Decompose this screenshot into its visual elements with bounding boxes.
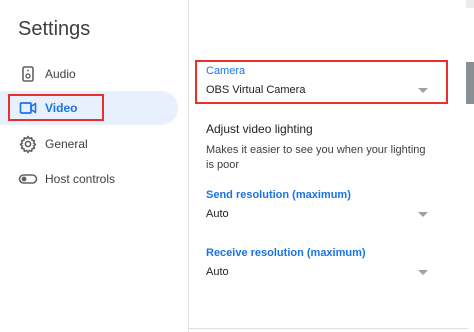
panel-bottom-divider <box>189 328 468 329</box>
video-settings-panel: Camera OBS Virtual Camera Adjust video l… <box>189 0 474 332</box>
camera-select-value: OBS Virtual Camera <box>206 84 306 96</box>
send-resolution-value: Auto <box>206 208 229 220</box>
camera-label: Camera <box>206 65 246 77</box>
sidebar-item-label: Video <box>45 101 78 115</box>
sidebar-item-video[interactable]: Video <box>0 91 178 125</box>
sidebar-item-host-controls[interactable]: Host controls <box>0 162 180 196</box>
receive-resolution-label: Receive resolution (maximum) <box>206 247 366 259</box>
background-window-strip <box>466 62 474 104</box>
sidebar-item-audio[interactable]: Audio <box>0 57 180 91</box>
chevron-down-icon <box>418 88 428 93</box>
sidebar-item-label: General <box>45 137 88 151</box>
send-resolution-select[interactable]: Auto <box>206 204 428 226</box>
video-camera-icon <box>18 98 38 118</box>
speaker-icon <box>18 64 38 84</box>
chevron-down-icon <box>418 270 428 275</box>
receive-resolution-select[interactable]: Auto <box>206 262 428 284</box>
send-resolution-label: Send resolution (maximum) <box>206 189 351 201</box>
settings-title: Settings <box>18 18 91 40</box>
settings-sidebar: Settings Audio Video General Host contro… <box>0 0 189 332</box>
camera-select[interactable]: OBS Virtual Camera <box>206 80 428 102</box>
gear-icon <box>18 134 38 154</box>
lighting-description[interactable]: Makes it easier to see you when your lig… <box>206 143 436 173</box>
lighting-heading: Adjust video lighting <box>206 122 313 136</box>
sidebar-item-label: Audio <box>45 67 76 81</box>
chevron-down-icon <box>418 212 428 217</box>
background-window-edge <box>466 0 474 8</box>
sidebar-item-general[interactable]: General <box>0 127 180 161</box>
toggle-icon <box>18 169 38 189</box>
sidebar-item-label: Host controls <box>45 172 116 186</box>
receive-resolution-value: Auto <box>206 266 229 278</box>
